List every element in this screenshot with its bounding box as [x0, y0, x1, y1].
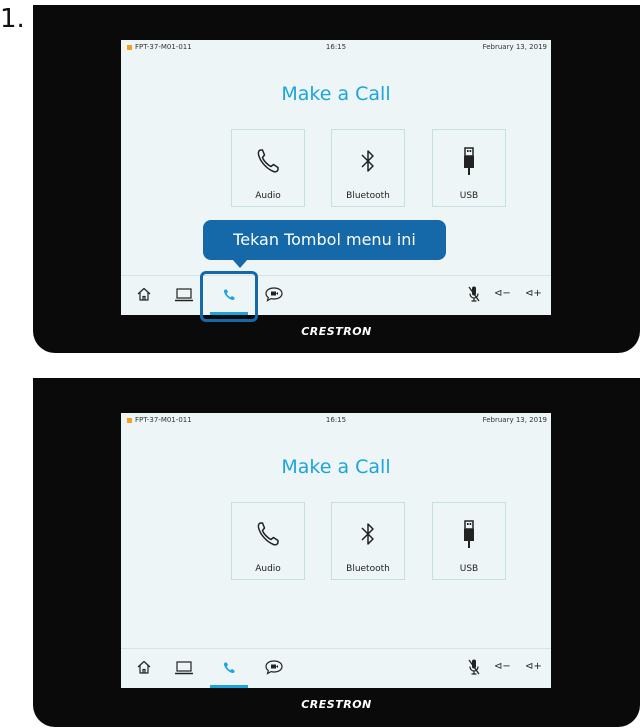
callout-pointer: [232, 259, 248, 268]
brand-logo: CRESTRON: [301, 698, 372, 711]
date: February 13, 2019: [482, 416, 547, 424]
date: February 13, 2019: [482, 43, 547, 51]
status-bar: FPT-37-M01-011 16:15 February 13, 2019: [121, 413, 551, 429]
touch-panel-device: FPT-37-M01-011 16:15 February 13, 2019 M…: [33, 5, 640, 353]
step-number: 1.: [0, 4, 25, 34]
bottom-nav-bar: ⊲− ⊲+: [121, 648, 551, 689]
status-bar: FPT-37-M01-011 16:15 February 13, 2019: [121, 40, 551, 56]
tile-label: Audio: [255, 564, 281, 574]
bluetooth-call-button[interactable]: Bluetooth: [331, 129, 405, 207]
presentation-button[interactable]: [173, 286, 195, 306]
instruction-callout: Tekan Tombol menu ini: [203, 220, 446, 260]
tile-label: Bluetooth: [346, 564, 390, 574]
microphone-mute-button[interactable]: [463, 286, 485, 306]
home-icon: [136, 659, 152, 679]
bluetooth-icon: [332, 520, 404, 550]
phone-icon: [222, 660, 236, 679]
home-button[interactable]: [133, 659, 155, 679]
chat-camera-icon: [264, 286, 284, 306]
usb-icon: [433, 147, 505, 177]
usb-icon: [433, 520, 505, 550]
audio-call-button[interactable]: Audio: [231, 502, 305, 580]
laptop-icon: [174, 287, 194, 306]
usb-call-button[interactable]: USB: [432, 502, 506, 580]
phone-icon: [232, 520, 304, 550]
usb-call-button[interactable]: USB: [432, 129, 506, 207]
volume-up-button[interactable]: ⊲+: [525, 661, 542, 672]
page-title: Make a Call: [281, 456, 391, 478]
phone-icon: [232, 147, 304, 177]
bottom-nav-bar: ⊲− ⊲+: [121, 275, 551, 316]
presentation-button[interactable]: [173, 659, 195, 679]
microphone-muted-icon: [467, 285, 481, 307]
tile-label: USB: [459, 564, 479, 574]
video-conference-button[interactable]: [263, 659, 285, 679]
microphone-muted-icon: [467, 658, 481, 680]
home-icon: [136, 286, 152, 306]
touch-panel-device: FPT-37-M01-011 16:15 February 13, 2019 M…: [33, 378, 640, 727]
tile-label: USB: [459, 191, 479, 201]
tile-label: Bluetooth: [346, 191, 390, 201]
call-button-highlight: [200, 271, 258, 322]
volume-down-button[interactable]: ⊲−: [494, 661, 511, 672]
laptop-icon: [174, 660, 194, 679]
volume-up-button[interactable]: ⊲+: [525, 288, 542, 299]
microphone-mute-button[interactable]: [463, 659, 485, 679]
volume-down-button[interactable]: ⊲−: [494, 288, 511, 299]
video-conference-button[interactable]: [263, 286, 285, 306]
tile-label: Audio: [255, 191, 281, 201]
touch-screen: FPT-37-M01-011 16:15 February 13, 2019 M…: [121, 413, 551, 688]
audio-call-button[interactable]: Audio: [231, 129, 305, 207]
home-button[interactable]: [133, 286, 155, 306]
active-tab-indicator: [210, 685, 248, 688]
bluetooth-icon: [332, 147, 404, 177]
call-tab-button[interactable]: [218, 659, 240, 679]
page-title: Make a Call: [281, 83, 391, 105]
bluetooth-call-button[interactable]: Bluetooth: [331, 502, 405, 580]
brand-logo: CRESTRON: [301, 325, 372, 338]
chat-camera-icon: [264, 659, 284, 679]
touch-screen: FPT-37-M01-011 16:15 February 13, 2019 M…: [121, 40, 551, 322]
